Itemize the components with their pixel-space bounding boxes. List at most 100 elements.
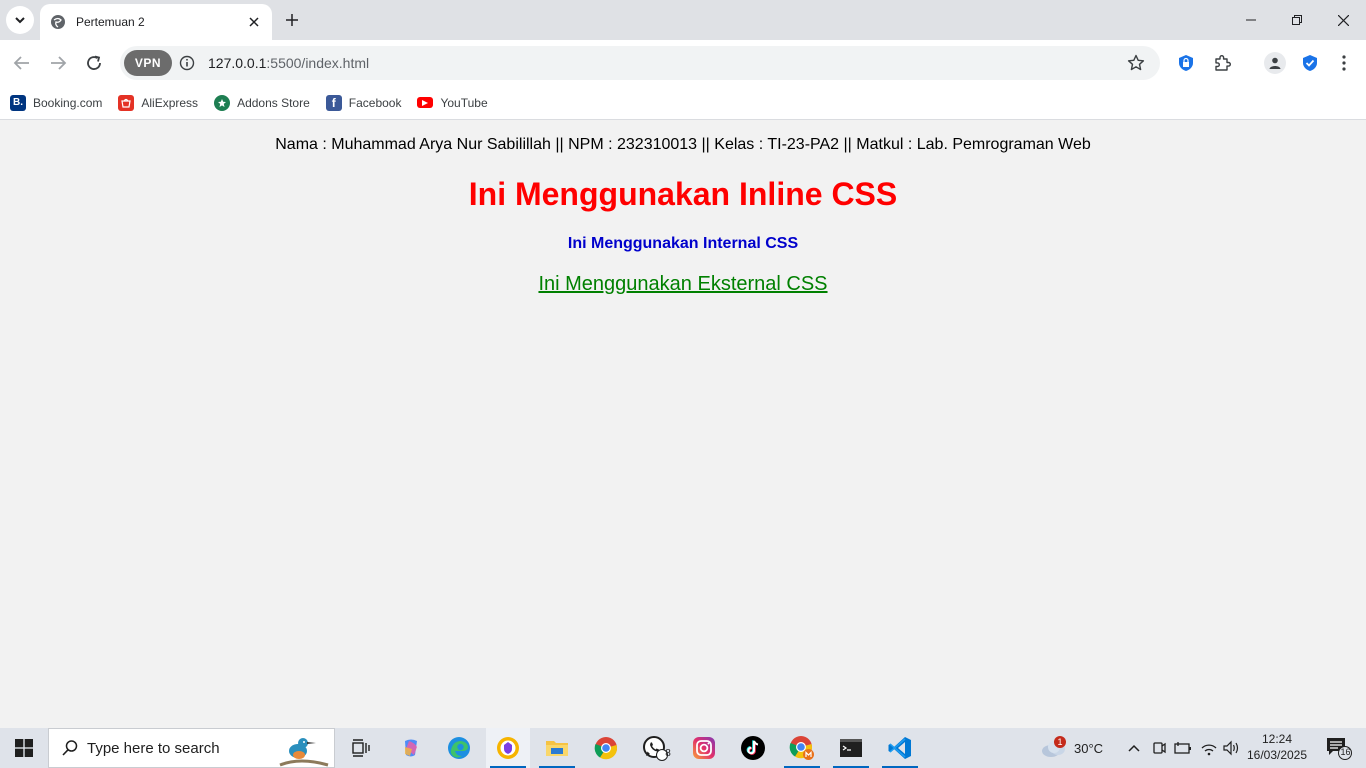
vpn-button[interactable]: VPN xyxy=(124,50,172,76)
browser-vpn-icon xyxy=(497,737,519,759)
chrome-app[interactable] xyxy=(584,728,628,768)
tab-strip: Pertemuan 2 xyxy=(0,0,1366,40)
internal-css-heading: Ini Menggunakan Internal CSS xyxy=(567,235,799,252)
whatsapp-unread-badge: 8 xyxy=(665,748,671,759)
url-host: 127.0.0.1 xyxy=(208,55,267,71)
chrome-profile-icon xyxy=(789,736,814,760)
clock-date: 16/03/2025 xyxy=(1246,748,1308,762)
address-bar[interactable]: VPN 127.0.0.1:5500/index.html xyxy=(120,46,1160,80)
youtube-icon xyxy=(417,97,434,108)
reload-icon xyxy=(87,55,101,70)
terminal-app[interactable] xyxy=(829,728,873,768)
notification-center-button[interactable]: 16 xyxy=(1326,736,1352,760)
facebook-icon: f xyxy=(325,94,342,111)
aliexpress-icon xyxy=(118,94,135,111)
task-view-icon xyxy=(352,739,370,757)
bookmark-label: AliExpress xyxy=(141,95,199,110)
weather-alert-badge: 1 xyxy=(1054,736,1066,748)
bookmark-addons-store[interactable]: Addons Store xyxy=(214,90,310,116)
copilot-app[interactable] xyxy=(389,728,433,768)
clock-time: 12:24 xyxy=(1261,732,1293,746)
bookmark-youtube[interactable]: YouTube xyxy=(417,90,488,116)
vpn-label: VPN xyxy=(134,56,162,70)
url-text: 127.0.0.1:5500/index.html xyxy=(208,55,369,71)
inline-css-heading: Ini Menggunakan Inline CSS xyxy=(468,176,898,212)
reload-button[interactable] xyxy=(80,49,108,77)
windows-logo-icon xyxy=(15,739,33,757)
weather-temperature: 30°C xyxy=(1074,740,1104,756)
windows-taskbar: Type here to search 8 1 30°C 12:24 16/03… xyxy=(0,728,1366,768)
active-tab[interactable]: Pertemuan 2 xyxy=(40,4,272,40)
browser-menu-button[interactable] xyxy=(1333,52,1355,74)
restore-button[interactable] xyxy=(1274,0,1320,40)
bookmark-label: Facebook xyxy=(348,95,402,110)
plus-icon xyxy=(286,14,298,26)
volume-icon[interactable] xyxy=(1222,728,1240,768)
bookmark-star-icon[interactable] xyxy=(1126,53,1146,73)
security-extension-icon[interactable] xyxy=(1299,52,1321,74)
chevron-down-icon xyxy=(15,17,25,24)
search-placeholder: Type here to search xyxy=(87,739,220,757)
tab-search-button[interactable] xyxy=(6,6,34,34)
minimize-button[interactable] xyxy=(1228,0,1274,40)
instagram-icon xyxy=(693,737,715,759)
meet-now-icon[interactable] xyxy=(1151,728,1167,768)
taskbar-search-box[interactable]: Type here to search xyxy=(48,728,335,768)
file-explorer-app[interactable] xyxy=(535,728,579,768)
arrow-right-icon xyxy=(51,56,67,70)
url-path: :5500/index.html xyxy=(266,55,370,71)
web-page: Nama : Muhammad Arya Nur Sabilillah || N… xyxy=(0,121,1366,728)
student-identity-text: Nama : Muhammad Arya Nur Sabilillah || N… xyxy=(275,136,1091,153)
bookmark-label: YouTube xyxy=(440,95,488,110)
instagram-app[interactable] xyxy=(682,728,726,768)
whatsapp-app[interactable]: 8 xyxy=(633,728,677,768)
chrome-profile-app[interactable] xyxy=(780,728,824,768)
tiktok-app[interactable] xyxy=(731,728,775,768)
wifi-icon[interactable] xyxy=(1200,728,1218,768)
search-icon xyxy=(62,740,78,756)
site-info-icon[interactable] xyxy=(178,54,196,72)
terminal-icon xyxy=(840,739,862,757)
bookmark-label: Addons Store xyxy=(237,95,310,110)
bookmark-aliexpress[interactable]: AliExpress xyxy=(118,90,198,116)
tiktok-icon xyxy=(741,736,765,760)
notification-count: 16 xyxy=(1340,747,1351,757)
weather-widget[interactable]: 1 30°C xyxy=(1040,728,1103,768)
taskbar-clock[interactable]: 12:24 16/03/2025 xyxy=(1246,731,1308,763)
external-css-heading: Ini Menggunakan Eksternal CSS xyxy=(538,273,828,295)
bookmark-facebook[interactable]: f Facebook xyxy=(325,90,402,116)
forward-button[interactable] xyxy=(44,49,72,77)
kebab-menu-icon xyxy=(1342,55,1346,71)
vscode-app[interactable] xyxy=(878,728,922,768)
bookmark-booking[interactable]: B. Booking.com xyxy=(10,90,102,116)
addons-store-icon xyxy=(214,94,231,111)
edge-app[interactable] xyxy=(437,728,481,768)
shield-extension-icon[interactable] xyxy=(1175,52,1197,74)
chevron-up-icon xyxy=(1128,744,1140,752)
globe-icon xyxy=(50,14,66,30)
minimize-icon xyxy=(1246,19,1256,21)
arrow-left-icon xyxy=(13,56,29,70)
close-window-button[interactable] xyxy=(1320,0,1366,40)
copilot-icon xyxy=(405,739,417,757)
restore-icon xyxy=(1292,15,1302,25)
booking-icon: B. xyxy=(10,94,26,111)
close-icon xyxy=(1337,14,1349,26)
close-tab-icon[interactable] xyxy=(246,14,262,30)
back-button[interactable] xyxy=(8,49,36,77)
tab-title: Pertemuan 2 xyxy=(76,15,145,29)
edge-icon xyxy=(448,737,470,759)
vscode-icon xyxy=(888,737,911,759)
kingfisher-bird-icon xyxy=(279,738,329,767)
show-hidden-icons-button[interactable] xyxy=(1127,728,1141,768)
extensions-puzzle-icon[interactable] xyxy=(1211,52,1233,74)
new-tab-button[interactable] xyxy=(280,8,304,32)
bookmark-label: Booking.com xyxy=(33,95,103,110)
profile-avatar[interactable] xyxy=(1264,52,1286,74)
person-icon xyxy=(1269,57,1281,69)
browser-toolbar: VPN 127.0.0.1:5500/index.html xyxy=(0,40,1366,86)
vpn-browser-app[interactable] xyxy=(486,728,530,768)
task-view-button[interactable] xyxy=(338,728,382,768)
battery-icon[interactable] xyxy=(1174,728,1192,768)
start-button[interactable] xyxy=(0,728,48,768)
